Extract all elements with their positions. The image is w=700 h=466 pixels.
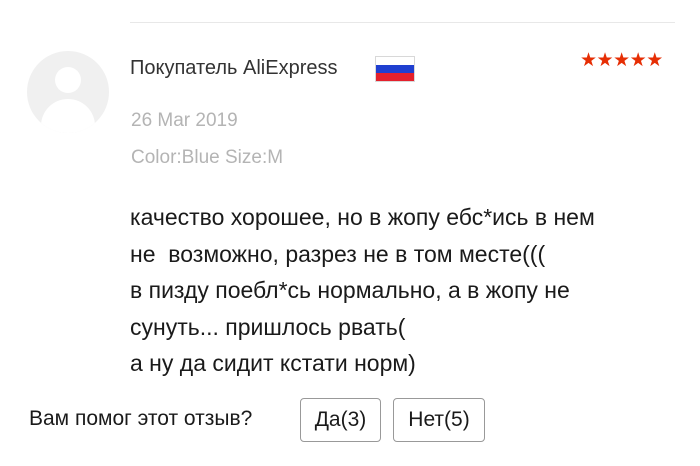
avatar bbox=[27, 51, 109, 133]
star-icon: ★ bbox=[646, 50, 663, 71]
avatar-shoulders bbox=[41, 99, 95, 133]
star-icon: ★ bbox=[580, 50, 597, 71]
flag-stripe-white bbox=[376, 57, 414, 65]
avatar-head bbox=[55, 67, 81, 93]
russia-flag-icon bbox=[375, 56, 415, 82]
product-variant: Color:Blue Size:M bbox=[131, 147, 284, 168]
star-rating: ★★★★★ bbox=[580, 49, 663, 72]
reviewer-name: Покупатель AliExpress bbox=[130, 57, 338, 79]
helpful-question: Вам помог этот отзыв? bbox=[29, 407, 253, 430]
star-icon: ★ bbox=[596, 50, 614, 71]
flag-stripe-blue bbox=[376, 64, 414, 73]
helpful-no-button[interactable]: Нет(5) bbox=[393, 398, 485, 442]
top-divider bbox=[130, 22, 675, 23]
star-icon: ★ bbox=[629, 50, 647, 71]
star-icon: ★ bbox=[613, 50, 630, 71]
flag-stripe-red bbox=[376, 72, 414, 81]
review-date: 26 Mar 2019 bbox=[131, 110, 238, 131]
review-text: качество хорошее, но в жопу ебс*ись в не… bbox=[130, 204, 595, 376]
helpful-yes-button[interactable]: Да(3) bbox=[300, 398, 381, 442]
